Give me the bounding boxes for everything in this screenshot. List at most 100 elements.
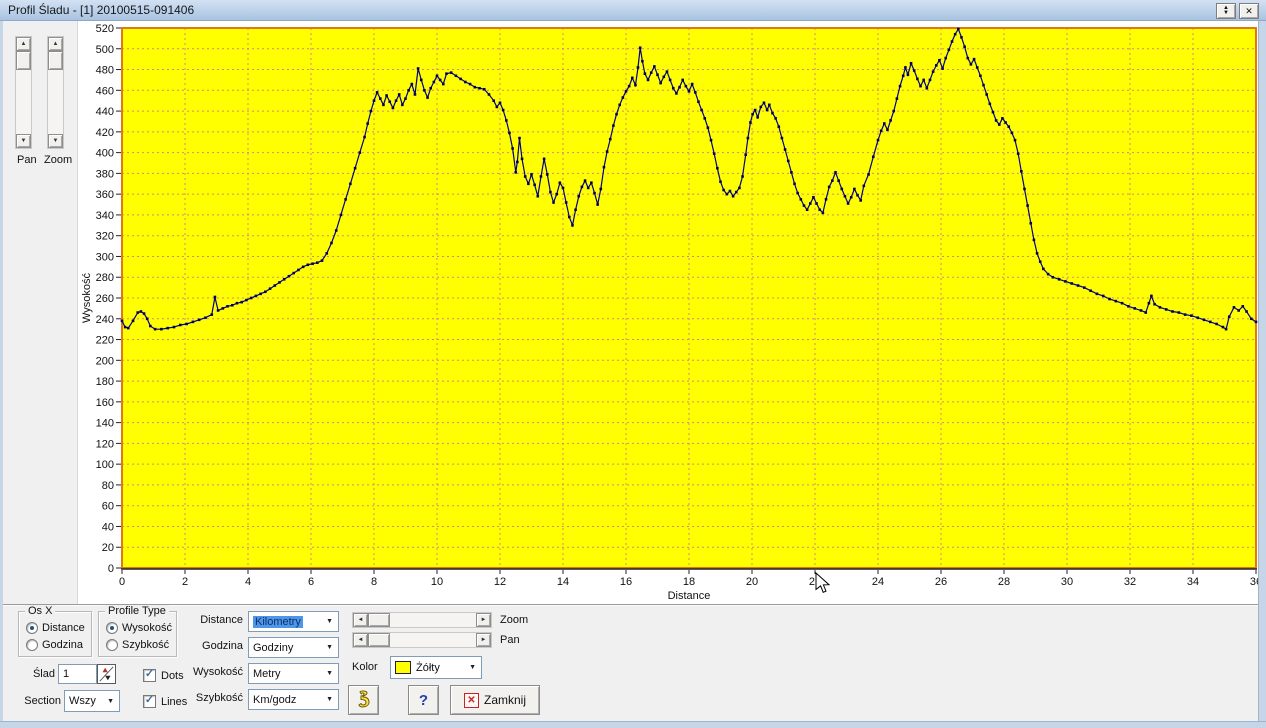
svg-text:520: 520	[96, 23, 114, 35]
dropdown-arrow-icon: ▼	[326, 618, 333, 625]
help-button[interactable]: ?	[408, 685, 439, 715]
chart-canvas[interactable]: 0246810121416182022242628303234360204060…	[78, 21, 1258, 604]
svg-text:500: 500	[96, 44, 114, 56]
pan-vertical-scrollbar[interactable]: ▲ ▼	[15, 36, 32, 149]
radio-godzina-label: Godzina	[42, 639, 83, 651]
svg-text:Distance: Distance	[668, 590, 711, 602]
rollup-icon: ▲▼	[1223, 6, 1229, 16]
wysokosc-unit-value: Metry	[253, 668, 281, 680]
svg-text:360: 360	[96, 189, 114, 201]
svg-text:34: 34	[1187, 576, 1199, 588]
pan-scrollbar-thumb[interactable]	[368, 633, 390, 647]
szybkosc-unit-label: Szybkość	[181, 692, 243, 704]
distance-unit-combobox[interactable]: Kilometry ▼	[248, 611, 339, 632]
svg-text:280: 280	[96, 272, 114, 284]
svg-text:180: 180	[96, 376, 114, 388]
slad-input[interactable]	[58, 664, 97, 684]
scroll-right-button[interactable]: ►	[476, 633, 491, 647]
zoom-horizontal-scrollbar[interactable]: ◄ ►	[352, 612, 492, 628]
dropdown-arrow-icon: ▼	[326, 670, 333, 677]
section-label: Section	[17, 695, 61, 707]
zamknij-button[interactable]: ✕ Zamknij	[450, 685, 540, 715]
radio-distance[interactable]	[26, 622, 38, 634]
svg-text:20: 20	[746, 576, 758, 588]
section-combobox[interactable]: Wszy ▼	[64, 690, 120, 712]
svg-text:2: 2	[182, 576, 188, 588]
rollup-button[interactable]: ▲▼	[1216, 3, 1236, 19]
svg-text:300: 300	[96, 251, 114, 263]
svg-text:16: 16	[620, 576, 632, 588]
lines-checkbox[interactable]: ✓	[143, 695, 156, 708]
slad-label: Ślad	[13, 668, 55, 680]
szybkosc-unit-combobox[interactable]: Km/godz ▼	[248, 689, 339, 710]
dropdown-arrow-icon: ▼	[107, 698, 114, 705]
scroll-up-button[interactable]: ▲	[16, 37, 31, 51]
pan-scrollbar-thumb[interactable]	[16, 51, 31, 70]
check-icon: ✓	[145, 695, 154, 706]
svg-text:26: 26	[935, 576, 947, 588]
scroll-down-button[interactable]: ▼	[16, 134, 31, 148]
title-bar[interactable]: Profil Śladu - [1] 20100515-091406 ▲▼ ✕	[0, 0, 1266, 21]
dots-checkbox[interactable]: ✓	[143, 669, 156, 682]
radio-wysokosc[interactable]	[106, 622, 118, 634]
svg-text:100: 100	[96, 459, 114, 471]
godzina-unit-combobox[interactable]: Godziny ▼	[248, 637, 339, 658]
scroll-left-button[interactable]: ◄	[353, 633, 368, 647]
svg-text:460: 460	[96, 85, 114, 97]
svg-text:10: 10	[431, 576, 443, 588]
svg-text:120: 120	[96, 438, 114, 450]
pan-horizontal-scrollbar[interactable]: ◄ ►	[352, 632, 492, 648]
szybkosc-unit-value: Km/godz	[253, 694, 296, 706]
scroll-left-button[interactable]: ◄	[353, 613, 368, 627]
arrow-right-icon: ►	[481, 617, 487, 623]
zoom-vertical-scrollbar[interactable]: ▲ ▼	[47, 36, 64, 149]
kolor-combobox[interactable]: Żółty ▼	[390, 656, 482, 679]
svg-text:18: 18	[683, 576, 695, 588]
wysokosc-unit-label: Wysokość	[181, 666, 243, 678]
chart-tool-icon	[355, 690, 372, 710]
profile-type-groupbox: Profile Type Wysokość Szybkość	[98, 611, 177, 657]
profile-type-title: Profile Type	[105, 605, 169, 617]
chart-tool-button[interactable]	[348, 685, 379, 715]
radio-distance-label: Distance	[42, 622, 85, 634]
zoom-scrollbar-thumb[interactable]	[368, 613, 390, 627]
arrow-up-icon: ▲	[21, 41, 27, 47]
scroll-up-button[interactable]: ▲	[48, 37, 63, 51]
svg-text:60: 60	[102, 501, 114, 513]
svg-text:36: 36	[1250, 576, 1258, 588]
svg-text:40: 40	[102, 521, 114, 533]
svg-text:20: 20	[102, 542, 114, 554]
svg-text:32: 32	[1124, 576, 1136, 588]
bottom-control-panel: Os X Distance Godzina Profile Type Wysok…	[3, 604, 1258, 721]
wysokosc-unit-combobox[interactable]: Metry ▼	[248, 663, 339, 684]
radio-szybkosc[interactable]	[106, 639, 118, 651]
dropdown-arrow-icon: ▼	[469, 664, 476, 671]
zoom-scrollbar-thumb[interactable]	[48, 51, 63, 70]
arrow-right-icon: ►	[481, 637, 487, 643]
arrow-up-icon: ▲	[53, 41, 59, 47]
window-border-bottom	[0, 721, 1266, 728]
window-border-right	[1258, 21, 1266, 728]
scroll-right-button[interactable]: ►	[476, 613, 491, 627]
arrow-down-icon: ▼	[21, 138, 27, 144]
svg-text:24: 24	[872, 576, 884, 588]
svg-text:8: 8	[371, 576, 377, 588]
titlebar-buttons: ▲▼ ✕	[1216, 3, 1259, 19]
elevation-profile-chart[interactable]: 0246810121416182022242628303234360204060…	[78, 21, 1258, 604]
svg-text:240: 240	[96, 314, 114, 326]
help-icon: ?	[419, 692, 428, 709]
godzina-unit-label: Godzina	[181, 640, 243, 652]
radio-godzina[interactable]	[26, 639, 38, 651]
svg-text:320: 320	[96, 231, 114, 243]
svg-text:12: 12	[494, 576, 506, 588]
svg-text:220: 220	[96, 335, 114, 347]
arrow-left-icon: ◄	[358, 637, 364, 643]
svg-text:200: 200	[96, 355, 114, 367]
scroll-down-button[interactable]: ▼	[48, 134, 63, 148]
slad-spin-button[interactable]	[97, 664, 116, 684]
zamknij-button-label: Zamknij	[484, 693, 526, 707]
dropdown-arrow-icon: ▼	[326, 644, 333, 651]
svg-text:80: 80	[102, 480, 114, 492]
close-icon: ✕	[1245, 7, 1253, 16]
close-button[interactable]: ✕	[1239, 3, 1259, 19]
